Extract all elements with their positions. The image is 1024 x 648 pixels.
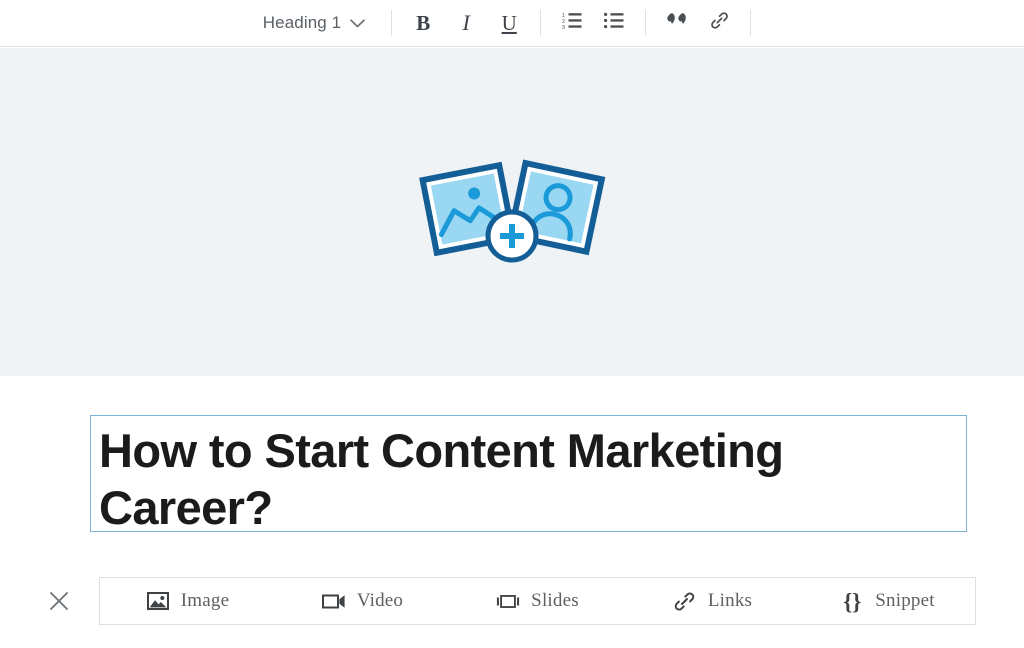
bold-icon: B bbox=[416, 10, 431, 35]
insert-slides-button[interactable]: Slides bbox=[450, 578, 625, 624]
ordered-list-icon: 1 2 3 bbox=[562, 12, 582, 34]
link-icon bbox=[710, 11, 729, 35]
underline-button[interactable]: U bbox=[492, 7, 526, 39]
featured-image-dropzone[interactable] bbox=[0, 48, 1024, 376]
post-title-text: How to Start Content Marketing Career? bbox=[99, 424, 796, 532]
code-braces-icon: {} bbox=[840, 588, 864, 614]
insert-snippet-button[interactable]: {} Snippet bbox=[800, 578, 975, 624]
code-braces-glyph: {} bbox=[843, 588, 862, 614]
post-title-field[interactable]: How to Start Content Marketing Career? bbox=[90, 415, 967, 532]
formatting-toolbar: Heading 1 B I U 1 2 3 bbox=[0, 0, 1024, 47]
toolbar-separator bbox=[391, 10, 393, 36]
insert-links-button[interactable]: Links bbox=[625, 578, 800, 624]
insert-snippet-label: Snippet bbox=[875, 590, 935, 611]
insert-image-button[interactable]: Image bbox=[100, 578, 275, 624]
italic-icon: I bbox=[462, 10, 470, 35]
block-style-label: Heading 1 bbox=[262, 13, 342, 32]
blockquote-icon bbox=[667, 13, 688, 33]
svg-text:3: 3 bbox=[562, 25, 565, 29]
toolbar-separator bbox=[750, 10, 752, 36]
italic-button[interactable]: I bbox=[449, 7, 483, 39]
toolbar-separator bbox=[645, 10, 647, 36]
add-featured-image-graphic bbox=[412, 153, 612, 271]
close-insert-bar-button[interactable] bbox=[42, 584, 76, 618]
image-icon bbox=[146, 590, 170, 612]
unordered-list-button[interactable] bbox=[597, 7, 631, 39]
svg-text:1: 1 bbox=[562, 13, 565, 19]
close-icon bbox=[42, 592, 76, 622]
blockquote-button[interactable] bbox=[660, 7, 694, 39]
unordered-list-icon bbox=[604, 12, 624, 34]
slides-icon bbox=[496, 590, 520, 612]
underline-icon: U bbox=[501, 10, 517, 35]
insert-bar-container: Image Video Slides Links {} Snippet bbox=[0, 566, 1024, 636]
insert-video-button[interactable]: Video bbox=[275, 578, 450, 624]
svg-text:2: 2 bbox=[562, 19, 565, 25]
link-icon bbox=[673, 590, 697, 612]
insert-slides-label: Slides bbox=[531, 590, 579, 611]
chevron-down-icon bbox=[350, 13, 366, 33]
block-style-dropdown[interactable]: Heading 1 bbox=[259, 7, 377, 39]
link-button[interactable] bbox=[702, 7, 736, 39]
insert-video-label: Video bbox=[356, 590, 404, 611]
insert-image-label: Image bbox=[180, 590, 230, 611]
insert-links-label: Links bbox=[707, 590, 753, 611]
ordered-list-button[interactable]: 1 2 3 bbox=[555, 7, 589, 39]
video-camera-icon bbox=[321, 590, 346, 612]
bold-button[interactable]: B bbox=[406, 7, 440, 39]
insert-bar: Image Video Slides Links {} Snippet bbox=[99, 577, 976, 625]
toolbar-separator bbox=[540, 10, 542, 36]
